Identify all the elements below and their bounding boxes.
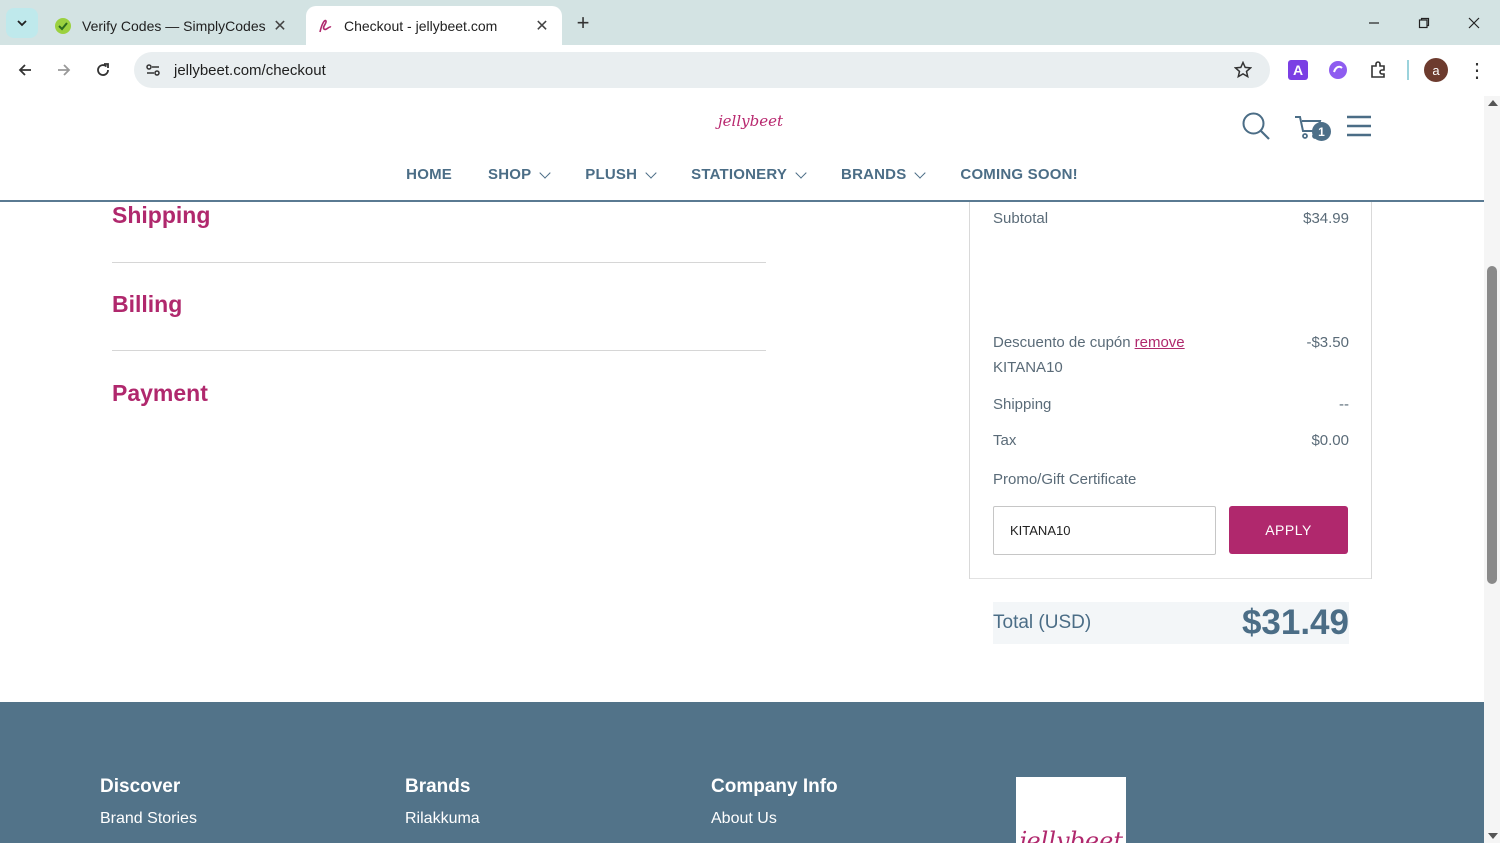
subtotal-label: Subtotal bbox=[993, 210, 1049, 227]
nav-shop[interactable]: SHOP bbox=[487, 166, 551, 183]
jellybeet-favicon-icon bbox=[316, 17, 334, 35]
discount-row: Descuento de cupón remove -$3.50 bbox=[993, 334, 1349, 351]
footer-link-brand-stories[interactable]: Brand Stories bbox=[100, 810, 197, 828]
total-row: Total (USD) $31.49 bbox=[993, 602, 1349, 644]
nav-label: PLUSH bbox=[585, 166, 638, 183]
footer-link-rilakkuma[interactable]: Rilakkuma bbox=[405, 810, 480, 828]
hamburger-menu-icon[interactable] bbox=[1341, 108, 1377, 144]
total-value: $31.49 bbox=[1241, 603, 1349, 642]
tax-label: Tax bbox=[993, 432, 1017, 449]
browser-menu-icon[interactable]: ⋮ bbox=[1465, 58, 1489, 82]
nav-stationery[interactable]: STATIONERY bbox=[691, 166, 807, 183]
close-window-icon[interactable] bbox=[1459, 8, 1489, 38]
promo-code-input[interactable] bbox=[993, 506, 1216, 555]
restore-icon[interactable] bbox=[1409, 8, 1439, 38]
subtotal-value: $34.99 bbox=[1303, 210, 1349, 227]
scrollbar-thumb[interactable] bbox=[1487, 266, 1497, 584]
url-text: jellybeet.com/checkout bbox=[174, 61, 326, 79]
promo-label: Promo/Gift Certificate bbox=[993, 471, 1137, 488]
divider bbox=[970, 578, 1371, 579]
reload-icon[interactable] bbox=[88, 55, 118, 85]
tab-title: Checkout - jellybeet.com bbox=[344, 17, 498, 34]
total-label: Total (USD) bbox=[993, 612, 1092, 633]
minimize-icon[interactable] bbox=[1359, 8, 1389, 38]
chevron-down-icon bbox=[539, 166, 551, 179]
remove-coupon-link[interactable]: remove bbox=[1135, 334, 1185, 351]
site-logo[interactable]: jellybeet bbox=[718, 112, 783, 130]
extensions-puzzle-icon[interactable] bbox=[1366, 58, 1390, 82]
bookmark-star-icon[interactable] bbox=[1232, 59, 1254, 81]
shipping-label: Shipping bbox=[993, 396, 1052, 413]
divider bbox=[112, 262, 766, 263]
chevron-down-icon bbox=[795, 166, 807, 179]
nav-label: BRANDS bbox=[841, 166, 907, 183]
chevron-down-icon bbox=[17, 20, 27, 27]
footer-heading: Discover bbox=[100, 776, 181, 797]
back-arrow-icon[interactable] bbox=[10, 55, 40, 85]
close-icon[interactable]: ✕ bbox=[268, 14, 292, 38]
scroll-down-arrow-icon[interactable] bbox=[1488, 833, 1498, 839]
svg-text:A: A bbox=[1293, 62, 1303, 78]
main-nav: HOME SHOP PLUSH STATIONERY BRANDS COMING… bbox=[0, 166, 1484, 183]
applied-coupon-code: KITANA10 bbox=[993, 359, 1063, 376]
page-scrollbar[interactable] bbox=[1484, 96, 1500, 843]
tab-checkout[interactable]: Checkout - jellybeet.com ✕ bbox=[306, 6, 562, 45]
site-header: jellybeet 1 HOME SHOP PLUSH STATIONERY B… bbox=[0, 96, 1484, 202]
nav-brands[interactable]: BRANDS bbox=[841, 166, 927, 183]
page-viewport: jellybeet 1 HOME SHOP PLUSH STATIONERY B… bbox=[0, 96, 1484, 843]
extension-purple-icon[interactable] bbox=[1326, 58, 1350, 82]
browser-tabstrip: Verify Codes — SimplyCodes ✕ Checkout - … bbox=[0, 0, 1500, 45]
divider bbox=[112, 350, 766, 351]
subtotal-row: Subtotal $34.99 bbox=[993, 210, 1349, 227]
nav-label: SHOP bbox=[487, 166, 532, 183]
new-tab-button[interactable]: + bbox=[570, 10, 596, 36]
nav-home[interactable]: HOME bbox=[406, 166, 452, 183]
discount-label: Descuento de cupón bbox=[993, 334, 1131, 351]
footer-link-about-us[interactable]: About Us bbox=[711, 810, 838, 828]
shipping-row: Shipping -- bbox=[993, 396, 1349, 413]
nav-plush[interactable]: PLUSH bbox=[585, 166, 657, 183]
close-icon[interactable]: ✕ bbox=[530, 14, 554, 38]
nav-label: HOME bbox=[406, 166, 452, 183]
nav-coming-soon[interactable]: COMING SOON! bbox=[960, 166, 1077, 183]
toolbar-separator bbox=[1407, 60, 1409, 80]
chevron-down-icon bbox=[914, 166, 927, 179]
section-payment[interactable]: Payment bbox=[112, 380, 208, 407]
site-footer: Discover Brand Stories Brands Rilakkuma … bbox=[0, 702, 1484, 843]
footer-col-brands: Brands Rilakkuma bbox=[405, 776, 480, 828]
chevron-down-icon bbox=[645, 166, 657, 179]
simplycodes-favicon-icon bbox=[54, 17, 72, 35]
tab-simplycodes[interactable]: Verify Codes — SimplyCodes ✕ bbox=[44, 6, 300, 45]
footer-logo[interactable]: jellybeet bbox=[1016, 777, 1126, 843]
tab-search-button[interactable] bbox=[6, 8, 38, 38]
section-shipping[interactable]: Shipping bbox=[112, 202, 210, 229]
extension-a-icon[interactable]: A bbox=[1286, 58, 1310, 82]
footer-heading: Company Info bbox=[711, 776, 838, 797]
address-bar[interactable]: jellybeet.com/checkout bbox=[134, 52, 1270, 88]
search-icon[interactable] bbox=[1238, 108, 1274, 144]
tab-title: Verify Codes — SimplyCodes bbox=[82, 17, 266, 34]
forward-arrow-icon[interactable] bbox=[49, 55, 79, 85]
apply-promo-button[interactable]: APPLY bbox=[1229, 506, 1348, 554]
browser-toolbar: jellybeet.com/checkout A a ⋮ bbox=[0, 45, 1500, 95]
footer-col-discover: Discover Brand Stories bbox=[100, 776, 197, 828]
footer-col-company-info: Company Info About Us bbox=[711, 776, 838, 828]
nav-label: COMING SOON! bbox=[960, 166, 1078, 183]
discount-value: -$3.50 bbox=[1306, 334, 1349, 351]
section-billing[interactable]: Billing bbox=[112, 291, 182, 318]
footer-logo-text: jellybeet bbox=[1019, 827, 1123, 843]
nav-label: STATIONERY bbox=[691, 166, 788, 183]
footer-heading: Brands bbox=[405, 776, 471, 797]
order-summary: Subtotal $34.99 Descuento de cupón remove… bbox=[969, 186, 1372, 644]
profile-avatar[interactable]: a bbox=[1424, 58, 1448, 82]
site-info-icon[interactable] bbox=[142, 59, 164, 81]
shipping-value: -- bbox=[1339, 396, 1349, 413]
cart-count-badge: 1 bbox=[1312, 122, 1331, 141]
tax-row: Tax $0.00 bbox=[993, 432, 1349, 449]
tax-value: $0.00 bbox=[1311, 432, 1349, 449]
scroll-up-arrow-icon[interactable] bbox=[1488, 100, 1498, 106]
